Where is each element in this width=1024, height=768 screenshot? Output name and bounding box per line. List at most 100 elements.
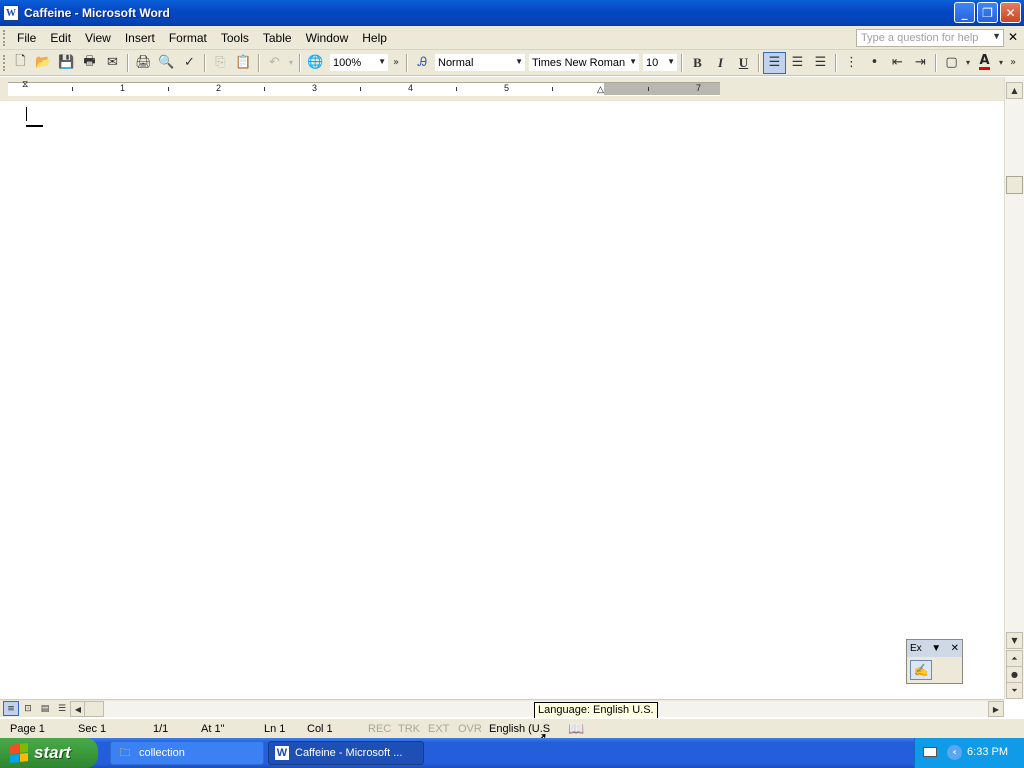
numbering-icon[interactable]: ⋮ [840, 52, 863, 74]
menu-view[interactable]: View [78, 29, 118, 47]
save-icon[interactable]: 💾 [55, 52, 78, 74]
decrease-indent-icon[interactable]: ⇤ [886, 52, 909, 74]
start-button[interactable]: start [0, 738, 98, 768]
chevron-down-icon[interactable]: ▼ [629, 57, 637, 66]
underline-button[interactable]: U [732, 52, 755, 74]
print-preview-icon[interactable]: 🔍 [155, 52, 178, 74]
toolbar-options-icon[interactable]: » [1006, 52, 1020, 74]
scroll-right-icon[interactable]: ▶ [988, 701, 1004, 717]
font-combo[interactable]: Times New Roman ▼ [528, 53, 640, 72]
ruler-tick [264, 87, 265, 91]
folder-icon: 🗀 [119, 746, 131, 759]
status-page: Page 1 [10, 723, 45, 735]
bullets-icon[interactable]: • [863, 52, 886, 74]
font-value: Times New Roman [532, 56, 626, 69]
vertical-scrollbar[interactable]: ▲ ▼ ⏶ ● ⏷ [1004, 77, 1024, 699]
keyboard-icon[interactable] [923, 747, 937, 757]
spelling-icon[interactable]: ✓ [178, 52, 201, 74]
status-ext[interactable]: EXT [428, 723, 449, 735]
show-hidden-icons-icon[interactable]: ‹ [947, 745, 962, 760]
borders-dropdown-icon[interactable]: ▾ [963, 52, 973, 74]
web-layout-icon[interactable]: ⊡ [20, 701, 36, 716]
clock[interactable]: 6:33 PM [967, 746, 1008, 758]
restore-button[interactable]: ❐ [977, 2, 998, 23]
status-ovr[interactable]: OVR [458, 723, 482, 735]
font-size-combo[interactable]: 10 ▼ [642, 53, 678, 72]
menu-help[interactable]: Help [355, 29, 394, 47]
undo-dropdown-icon[interactable]: ▾ [286, 52, 296, 74]
word-icon: W [275, 746, 289, 760]
font-color-dropdown-icon[interactable]: ▾ [996, 52, 1006, 74]
align-center-icon[interactable]: ☰ [786, 52, 809, 74]
right-indent-marker-icon[interactable]: △ [597, 84, 604, 95]
floating-toolbar-title: Ex [910, 643, 922, 654]
menu-edit[interactable]: Edit [43, 29, 78, 47]
increase-indent-icon[interactable]: ⇥ [909, 52, 932, 74]
ruler-tick [168, 87, 169, 91]
menu-insert[interactable]: Insert [118, 29, 162, 47]
undo-icon[interactable]: ↶ [263, 52, 286, 74]
indent-marker-icon[interactable]: ⧖ [22, 79, 28, 90]
document-area[interactable] [0, 101, 1004, 699]
italic-button[interactable]: I [709, 52, 732, 74]
scroll-up-icon[interactable]: ▲ [1006, 82, 1023, 99]
previous-page-icon[interactable]: ⏶ [1006, 650, 1023, 667]
close-icon[interactable]: ✕ [951, 643, 959, 654]
menu-file[interactable]: File [10, 29, 43, 47]
chevron-down-icon[interactable]: ▼ [992, 31, 1001, 41]
status-trk[interactable]: TRK [398, 723, 420, 735]
status-rec[interactable]: REC [368, 723, 391, 735]
print-layout-icon[interactable]: ▤ [37, 701, 53, 716]
help-question-input[interactable]: Type a question for help ▼ [856, 29, 1004, 47]
email-icon[interactable]: ✉ [101, 52, 124, 74]
align-right-icon[interactable]: ☰ [809, 52, 832, 74]
chevron-down-icon[interactable]: ▼ [931, 643, 941, 654]
word-app-icon[interactable]: W [3, 5, 19, 21]
normal-view-icon[interactable]: ≡ [3, 701, 19, 716]
separator [935, 53, 937, 72]
borders-icon[interactable]: ▢ [940, 52, 963, 74]
separator [127, 53, 129, 72]
menu-window[interactable]: Window [299, 29, 356, 47]
styles-formatting-icon[interactable]: Ꭿ [411, 52, 434, 74]
minimize-button[interactable]: _ [954, 2, 975, 23]
next-page-icon[interactable]: ⏷ [1006, 682, 1023, 699]
zoom-combo[interactable]: 100% ▼ [329, 53, 389, 72]
print-icon[interactable]: 🖨 [132, 52, 155, 74]
menubar-grip[interactable] [3, 29, 6, 46]
menu-tools[interactable]: Tools [214, 29, 256, 47]
spelling-status-icon[interactable]: 📖 [568, 721, 584, 737]
web-globe-icon[interactable]: 🌐 [304, 52, 327, 74]
floating-toolbar-header[interactable]: Ex ▼ ✕ [907, 640, 962, 657]
new-document-icon[interactable]: 🗋 [9, 52, 32, 74]
select-browse-object-icon[interactable]: ● [1006, 666, 1023, 683]
horizontal-ruler[interactable]: 1 2 3 4 5 7 ⧖ △ [8, 79, 720, 96]
close-document-icon[interactable]: ✕ [1008, 30, 1018, 44]
edit-signature-icon[interactable]: ✍ [910, 660, 932, 680]
scroll-down-icon[interactable]: ▼ [1006, 632, 1023, 649]
outline-view-icon[interactable]: ☰ [54, 701, 70, 716]
scroll-thumb[interactable] [1006, 176, 1023, 194]
copy-icon[interactable]: ⎘ [209, 52, 232, 74]
close-button[interactable]: ✕ [1000, 2, 1021, 23]
chevron-down-icon[interactable]: ▼ [515, 57, 523, 66]
menu-format[interactable]: Format [162, 29, 214, 47]
menu-table[interactable]: Table [256, 29, 299, 47]
status-column: Col 1 [307, 723, 333, 735]
chevron-down-icon[interactable]: ▼ [667, 57, 675, 66]
style-combo[interactable]: Normal ▼ [434, 53, 526, 72]
open-folder-icon[interactable]: 📂 [32, 52, 55, 74]
toolbar-grip[interactable] [3, 54, 6, 71]
floating-toolbar[interactable]: Ex ▼ ✕ ✍ [906, 639, 963, 684]
scroll-thumb[interactable] [84, 701, 104, 717]
toolbar-options-icon[interactable]: » [389, 52, 403, 74]
paste-icon[interactable]: 📋 [232, 52, 255, 74]
taskbar-item-collection[interactable]: 🗀 collection [110, 741, 264, 765]
chevron-down-icon[interactable]: ▼ [378, 57, 386, 66]
bold-button[interactable]: B [686, 52, 709, 74]
permission-icon[interactable]: 🖶 [78, 52, 101, 74]
taskbar-item-word[interactable]: W Caffeine - Microsoft ... [268, 741, 424, 765]
font-color-button[interactable]: A [973, 52, 996, 74]
right-margin-area [604, 83, 720, 95]
align-left-icon[interactable]: ☰ [763, 51, 786, 74]
